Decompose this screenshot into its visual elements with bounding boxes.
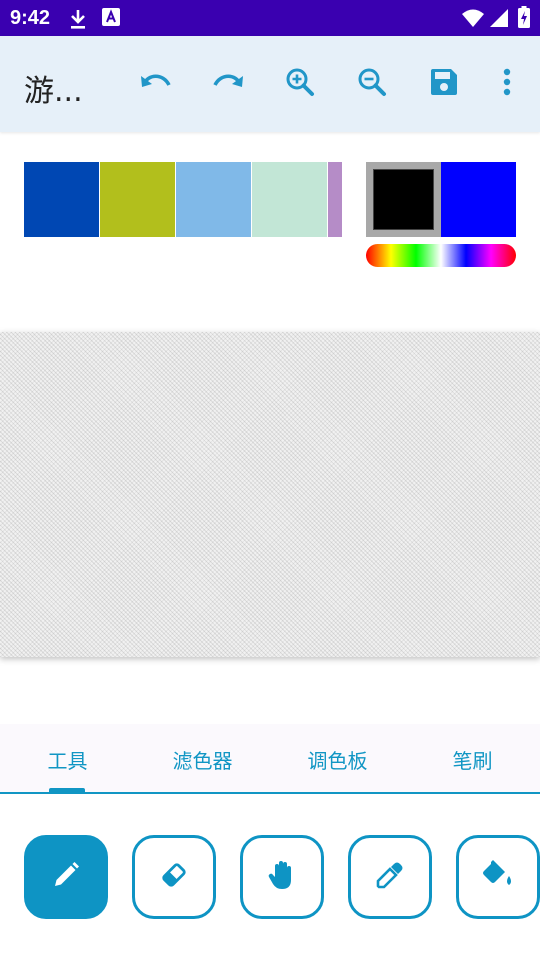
download-icon [68,8,88,34]
redo-icon [211,70,245,98]
palette-swatch[interactable] [176,162,251,237]
zoom-out-button[interactable] [352,64,392,104]
save-icon [429,67,459,101]
eraser-tool-button[interactable] [132,835,216,919]
hue-slider[interactable] [366,244,516,267]
pencil-icon [51,860,81,894]
undo-icon [139,70,173,98]
battery-charging-icon [518,6,530,32]
eraser-icon [158,859,190,895]
more-options-button[interactable] [487,64,527,104]
more-vert-icon [503,68,511,100]
tab-brushes[interactable]: 笔刷 [405,724,540,794]
paint-bucket-icon [482,860,514,894]
pencil-tool-button[interactable] [24,835,108,919]
tab-filters[interactable]: 滤色器 [135,724,270,794]
zoom-in-button[interactable] [280,64,320,104]
color-palette [24,162,342,237]
bottom-tabs: 工具 滤色器 调色板 笔刷 [0,724,540,794]
palette-swatch[interactable] [24,162,99,237]
palette-swatch[interactable] [252,162,327,237]
status-bar: 9:42 [0,0,540,36]
save-button[interactable] [424,64,464,104]
secondary-color-swatch[interactable] [441,162,516,237]
undo-button[interactable] [136,64,176,104]
palette-swatch[interactable] [100,162,175,237]
app-toolbar: 游... [0,36,540,132]
palette-swatch[interactable] [328,162,342,237]
tab-palette[interactable]: 调色板 [270,724,405,794]
signal-icon [490,9,508,31]
redo-button[interactable] [208,64,248,104]
hand-tool-button[interactable] [240,835,324,919]
current-color-selector[interactable] [366,162,441,237]
hand-icon [267,859,297,895]
tab-tools[interactable]: 工具 [0,724,135,794]
zoom-out-icon [357,67,387,101]
eyedropper-icon [375,860,405,894]
tab-selected-indicator [49,788,85,792]
current-color-swatch [373,169,434,230]
paint-bucket-tool-button[interactable] [456,835,540,919]
drawing-canvas[interactable] [0,332,540,657]
a-text-icon [102,8,120,30]
wifi-icon [462,9,484,31]
status-time: 9:42 [10,7,51,29]
eyedropper-tool-button[interactable] [348,835,432,919]
zoom-in-icon [285,67,315,101]
app-title: 游... [24,74,83,109]
